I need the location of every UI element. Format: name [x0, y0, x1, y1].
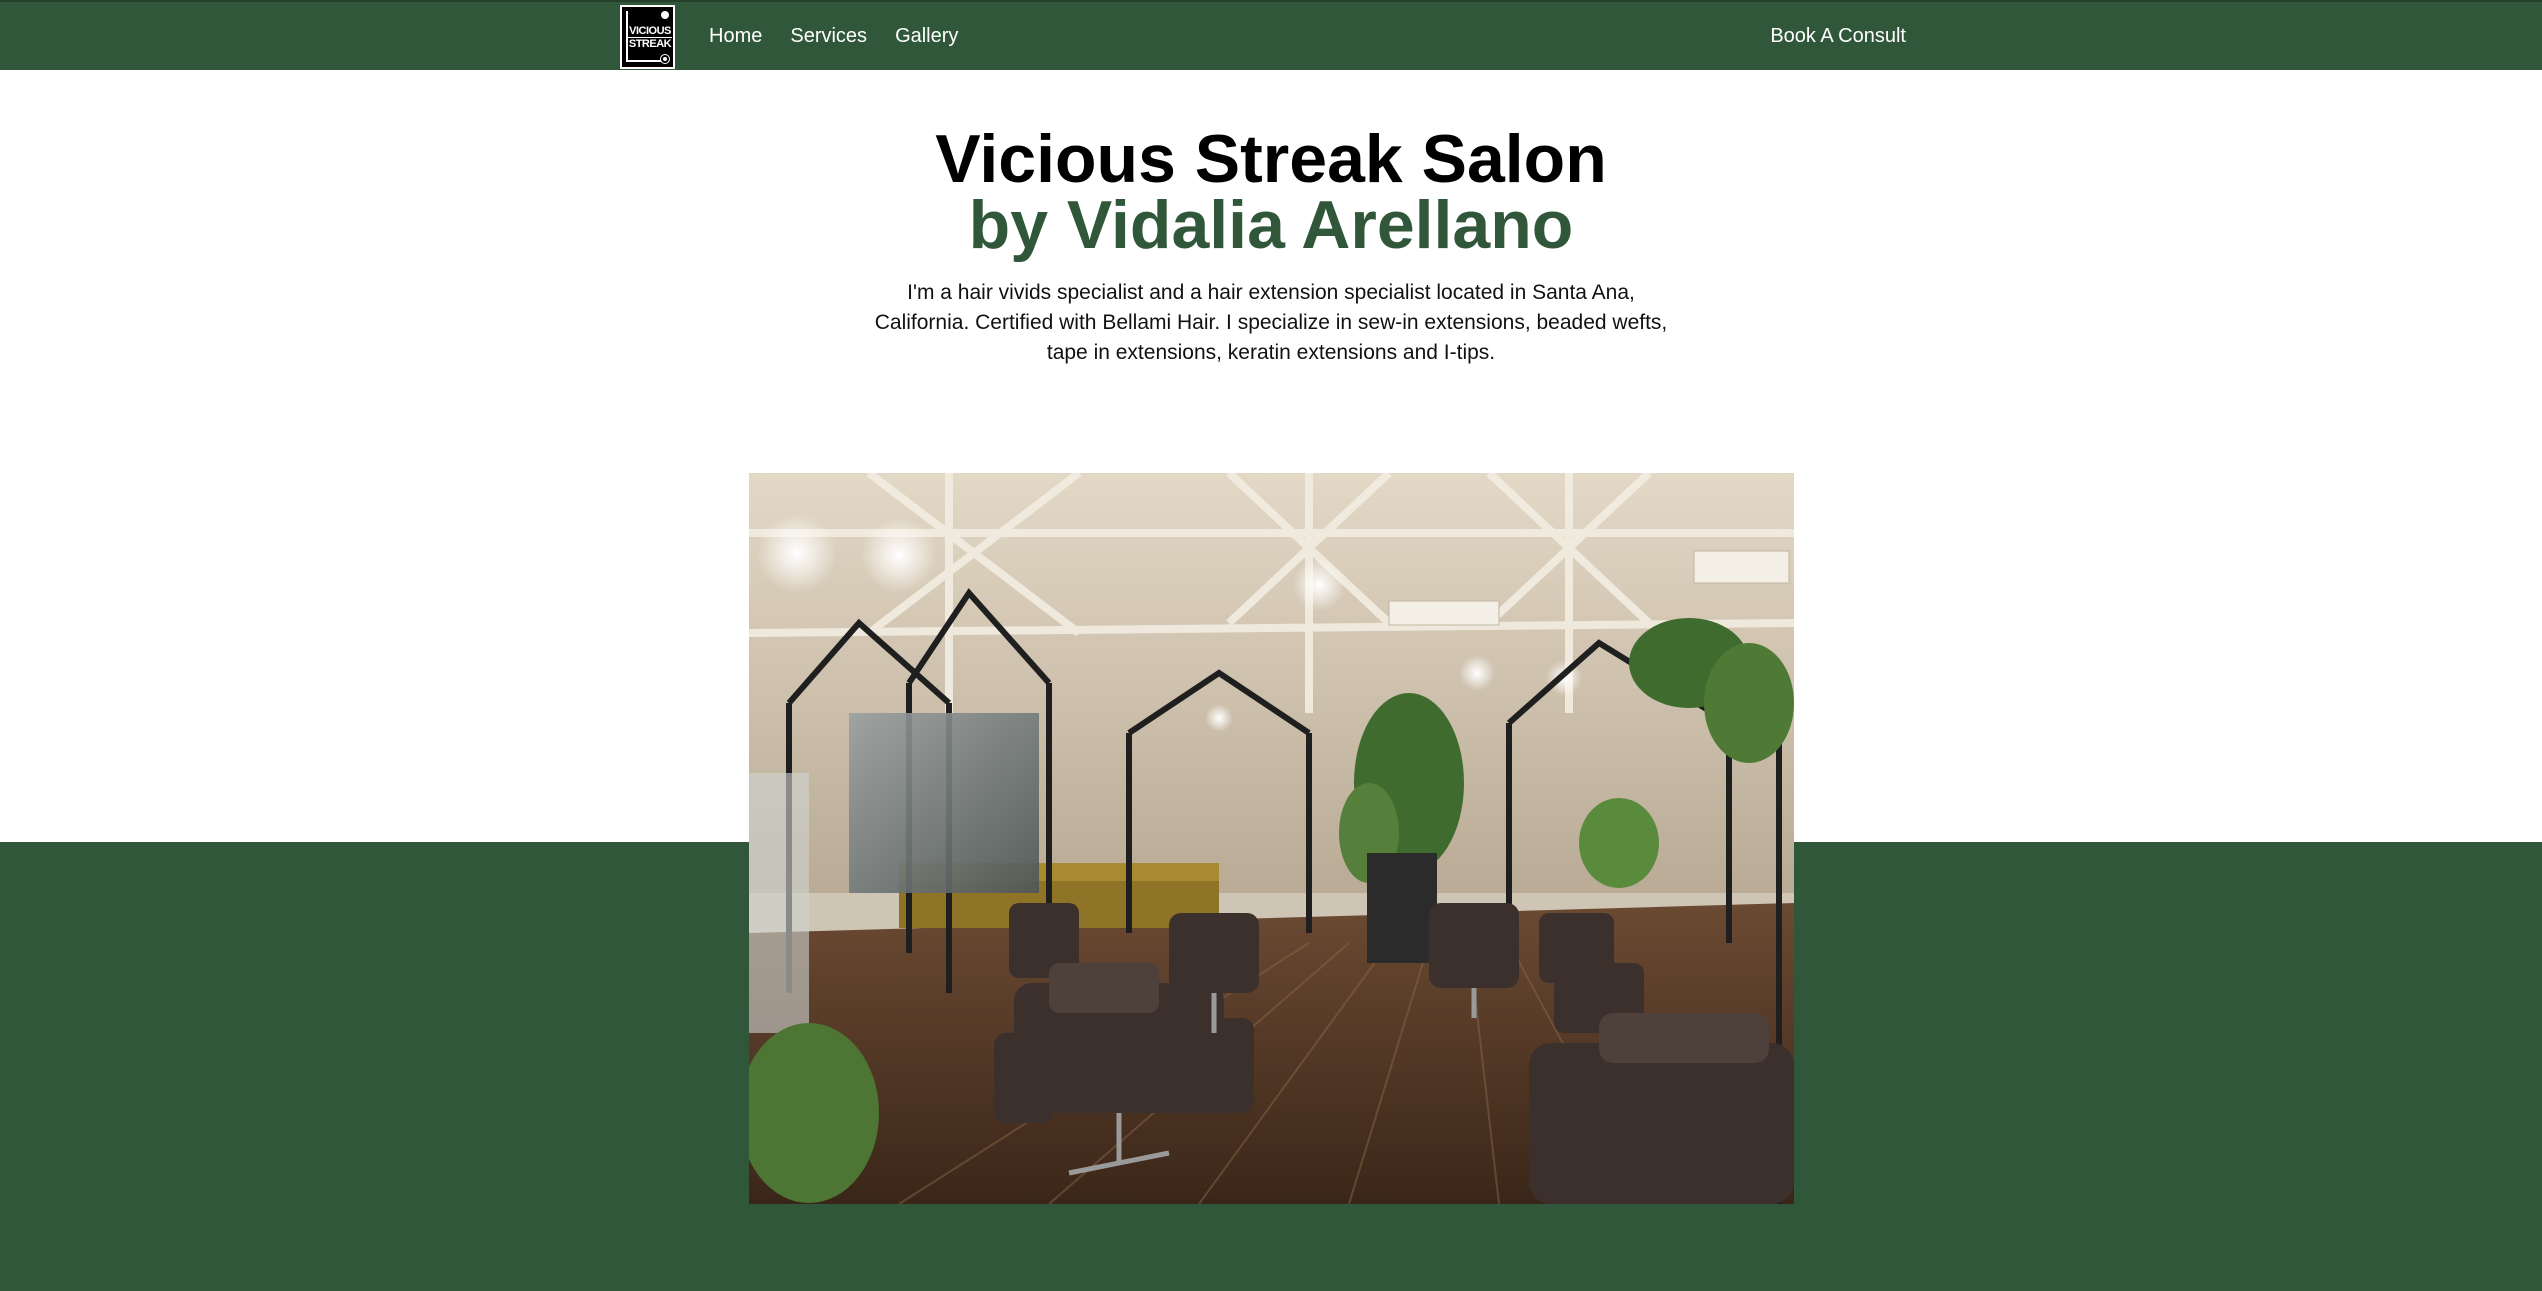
salon-interior-photo [749, 473, 1794, 1204]
nav-link-home[interactable]: Home [709, 25, 762, 48]
logo-dot-bottom [661, 54, 669, 63]
navbar-inner: VICIOUS STREAK Home Services Gallery Boo… [620, 2, 1906, 70]
logo-dot-top [661, 10, 669, 19]
nav-link-gallery[interactable]: Gallery [895, 25, 958, 48]
page-title-line1: Vicious Streak Salon [935, 121, 1607, 197]
vicious-streak-logo[interactable]: VICIOUS STREAK [620, 4, 675, 69]
intro-paragraph: I'm a hair vivids specialist and a hair … [874, 281, 1668, 364]
logo-text-line1: VICIOUS [628, 24, 672, 38]
logo-text-line2: STREAK [628, 37, 672, 50]
salon-interior-illustration [749, 473, 1794, 1204]
logo-text: VICIOUS STREAK [628, 25, 672, 50]
page-title: Vicious Streak Salon by Vidalia Arellano [0, 121, 2542, 263]
logo-bar-bottom [626, 59, 664, 62]
nav-link-services[interactable]: Services [790, 25, 867, 48]
page-title-line2: by Vidalia Arellano [968, 187, 1574, 263]
book-consult-link[interactable]: Book A Consult [1770, 2, 1906, 70]
top-navbar: VICIOUS STREAK Home Services Gallery Boo… [0, 0, 2542, 70]
